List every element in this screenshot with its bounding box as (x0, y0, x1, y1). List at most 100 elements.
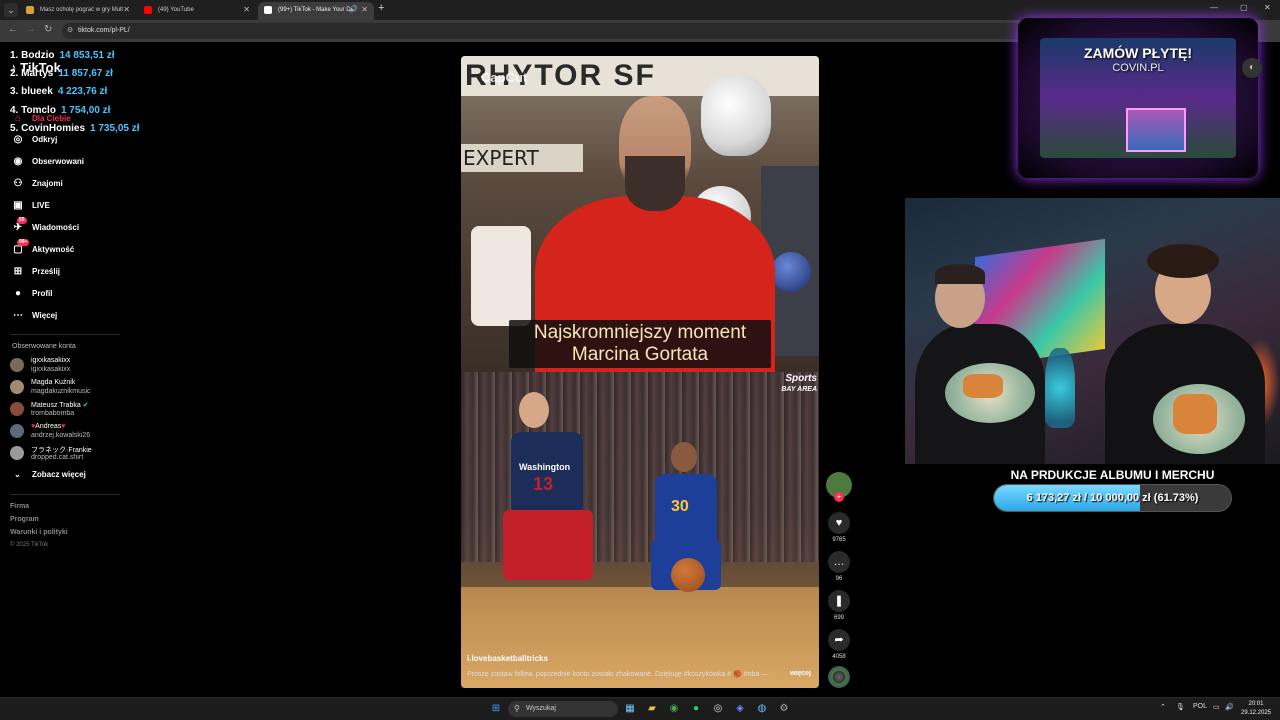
account-handle: magdakuznikmusic (31, 388, 91, 395)
sidebar-item-friends[interactable]: ⚇ Znajomi (10, 175, 150, 193)
sidebar-item-profile[interactable]: ● Profil (10, 285, 150, 303)
tab-youtube[interactable]: (49) YouTube ✕ (138, 2, 256, 20)
display-icon[interactable]: ▭ (1213, 703, 1220, 711)
sidebar-item-following[interactable]: ◉ Obserwowani (10, 153, 150, 171)
discord-icon[interactable]: ◈ (732, 701, 748, 717)
video-author[interactable]: i.lovebasketballtricks (467, 654, 548, 663)
see-more-label: Zobacz więcej (32, 470, 86, 479)
tab-search-button[interactable]: ⌄ (4, 3, 18, 17)
tab-tiktok[interactable]: (99+) TikTok - Make Your Da 🔊 ✕ (258, 2, 374, 20)
person-hair (1147, 244, 1219, 278)
close-icon[interactable]: ✕ (361, 2, 368, 18)
new-tab-button[interactable]: + (378, 2, 384, 14)
promo-overlay: ZAMÓW PŁYTĘ! COVIN.PL (1018, 18, 1258, 178)
leader-name: CovinHomies (21, 123, 86, 134)
player-jersey (511, 432, 583, 512)
tab-title: (99+) TikTok - Make Your Da (278, 7, 354, 13)
profile-avatar-icon[interactable]: ◐ (1242, 58, 1262, 78)
goal-progress-bar: 6 173,27 zł / 10 000,00 zł (61.73%) (993, 484, 1232, 512)
verified-icon: ✔ (82, 402, 89, 409)
browser-tab-bar: ⌄ Masz ochotę pograć w gry Mult ✕ (49) Y… (0, 0, 1280, 20)
task-view-icon[interactable]: ▦ (622, 701, 638, 717)
leader-name: Tomclo (21, 105, 56, 116)
chevron-down-icon: ⌄ (14, 470, 21, 479)
minimize-icon[interactable]: — (1210, 3, 1218, 12)
profile-icon: ● (14, 288, 22, 299)
followed-account[interactable]: igxxkasakixx igxxkasakixx (10, 355, 140, 375)
sidebar-item-activity[interactable]: ▢ 99+ Aktywność (10, 239, 150, 259)
promo-title: ZAMÓW PŁYTĘ! (1083, 45, 1193, 61)
spotify-icon[interactable]: ● (688, 701, 704, 717)
sidebar-item-messages[interactable]: ✈ 55 Wiadomości (10, 217, 150, 237)
close-icon[interactable]: ✕ (243, 2, 250, 18)
followed-account[interactable]: フラネック·Frankie dropped.cat.shirt (10, 443, 140, 463)
followed-account[interactable]: Magda Kuźnik magdakuznikmusic (10, 377, 140, 397)
leader-amount: 14 853,51 zł (59, 50, 115, 61)
leader-rank: 4. (10, 105, 19, 116)
person-beard (625, 156, 685, 211)
site-info-icon[interactable]: ⚙ (67, 23, 73, 39)
footer-link-terms[interactable]: Warunki i polityki (10, 529, 68, 536)
player-head (671, 442, 697, 472)
steam-icon[interactable]: ◍ (754, 701, 770, 717)
back-icon[interactable]: ← (8, 24, 18, 35)
tab-games[interactable]: Masz ochotę pograć w gry Mult ✕ (20, 2, 136, 20)
microphone-icon[interactable]: 🎙 (1176, 703, 1185, 711)
jersey-text: Washington (519, 462, 571, 472)
forward-icon[interactable]: → (26, 24, 36, 35)
reload-icon[interactable]: ↻ (44, 24, 52, 35)
more-button[interactable]: więcej (790, 670, 811, 677)
sidebar-item-upload[interactable]: ⊞ Prześlij (10, 263, 150, 281)
sidebar-item-label: LIVE (32, 201, 50, 210)
github-icon[interactable]: ◎ (710, 701, 726, 717)
footer-link-company[interactable]: Firma (10, 503, 29, 510)
followed-account[interactable]: Mateusz Trabka ✔ trombabomba (10, 399, 140, 419)
chevron-up-icon[interactable]: ⌃ (1160, 703, 1166, 711)
followed-account[interactable]: ♥Andreas♥ andrzej.kowalski26 (10, 421, 140, 441)
player-washington: Washington 13 (503, 392, 601, 662)
friends-icon: ⚇ (13, 178, 23, 189)
language-indicator[interactable]: POL (1193, 703, 1207, 710)
taskbar-clock[interactable]: 20:01 29.12.2025 (1236, 700, 1276, 718)
video-description: Proszę zostaw follow, poprzednie konto z… (467, 670, 815, 678)
sidebar-item-label: Wiadomości (32, 223, 80, 232)
leader-name: Bodzio (21, 50, 55, 61)
share-icon[interactable]: ➦ (828, 629, 850, 651)
follow-plus-icon[interactable]: + (834, 492, 844, 502)
leader-rank: 2. (10, 68, 19, 79)
see-more-button[interactable]: ⌄ Zobacz więcej (10, 470, 86, 479)
comment-count: 96 (835, 576, 843, 582)
player-head (519, 392, 549, 428)
windows-start-icon[interactable]: ⊞ (488, 701, 504, 717)
divider (10, 334, 120, 335)
sidebar-item-more[interactable]: ⋯ Więcej (10, 307, 150, 325)
maximize-icon[interactable]: ▢ (1240, 3, 1248, 12)
youtube-icon (144, 6, 152, 14)
leader-amount: 11 857,67 zł (58, 68, 113, 79)
leader-name: blueek (21, 86, 53, 97)
footer-link-program[interactable]: Program (10, 516, 39, 523)
chrome-icon[interactable]: ◉ (666, 701, 682, 717)
plush-toy (701, 76, 771, 156)
tab-title: (49) YouTube (158, 7, 194, 13)
settings-icon[interactable]: ⚙ (776, 701, 792, 717)
speaker-icon[interactable]: 🔊 (349, 2, 358, 18)
leader-amount: 1 754,00 zł (60, 105, 111, 116)
taskbar-search[interactable]: ⚲ Wyszukaj (508, 701, 618, 717)
comment-icon[interactable]: … (828, 551, 850, 573)
sidebar-item-live[interactable]: ▣ LIVE (10, 197, 150, 215)
leaderboard-row: 3. blueek 4 223,76 zł (10, 83, 107, 101)
close-icon[interactable]: ✕ (123, 2, 130, 18)
jersey (471, 226, 531, 326)
heart-icon[interactable]: ♥ (828, 512, 850, 534)
live-icon: ▣ (13, 200, 23, 211)
close-window-icon[interactable]: ✕ (1264, 3, 1271, 12)
network-sub-text: BAY AREA (781, 386, 817, 393)
bookmark-icon[interactable]: ❚ (828, 590, 850, 612)
account-handle: andrzej.kowalski26 (31, 432, 91, 439)
music-disc-icon[interactable] (828, 666, 850, 688)
action-rail: + ♥ 9765 … 96 ❚ 699 ➦ 4058 (826, 472, 852, 692)
volume-icon[interactable]: 🔊 (1225, 703, 1234, 711)
file-explorer-icon[interactable]: ▰ (644, 701, 660, 717)
video-player[interactable]: RHYTOR SF EXPERT CapCut Najskromniejszy … (461, 56, 819, 688)
